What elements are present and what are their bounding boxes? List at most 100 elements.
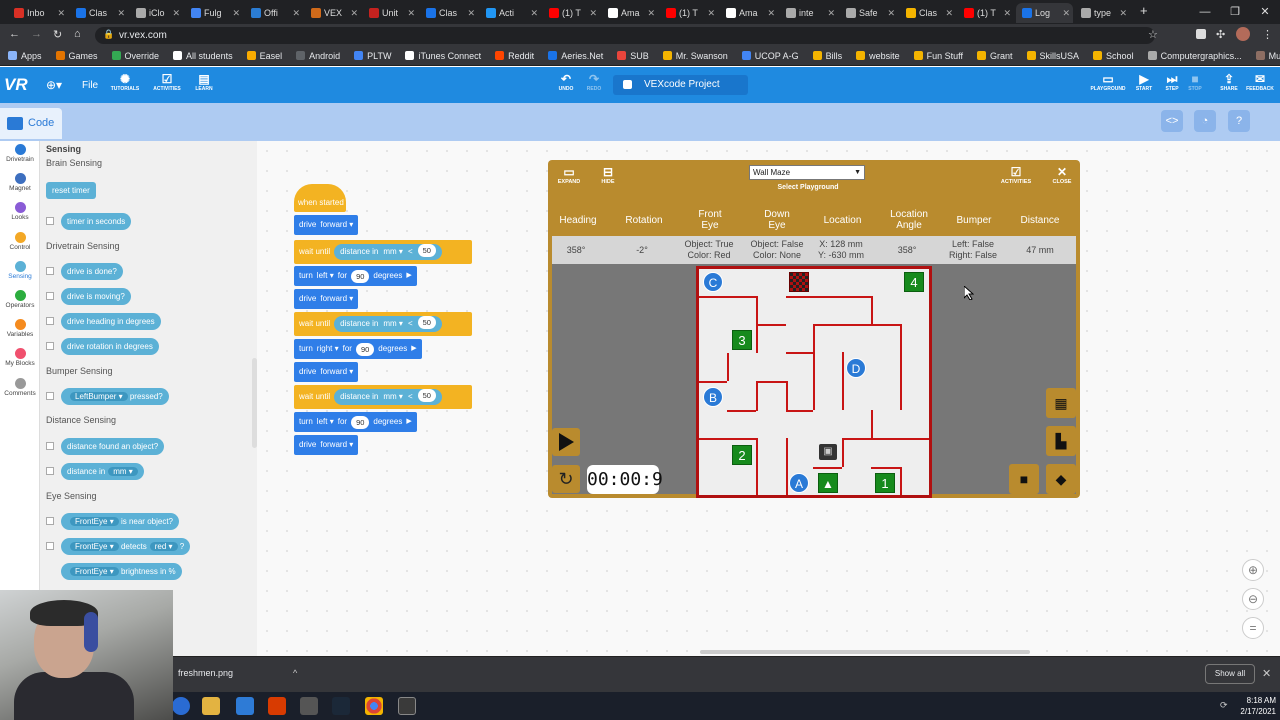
checkbox[interactable] — [46, 342, 54, 350]
browser-tab[interactable]: Unit ✕ — [363, 3, 418, 23]
value-input[interactable]: 50 — [417, 389, 436, 402]
reload-icon[interactable]: ↻ — [53, 28, 62, 41]
checkbox[interactable] — [46, 267, 54, 275]
menu-icon[interactable]: ⋮ — [1262, 28, 1273, 41]
degrees-input[interactable]: 90 — [355, 342, 375, 356]
drive-block[interactable]: drive forward ▾ — [294, 435, 359, 455]
browser-tab[interactable]: Log ✕ — [1016, 3, 1073, 23]
browser-tab[interactable]: Safe ✕ — [840, 3, 898, 23]
category-magnet[interactable]: Magnet — [0, 173, 40, 192]
chevron-up-icon[interactable]: ^ — [293, 668, 297, 678]
grid-toggle-button[interactable]: ▦ — [1046, 388, 1076, 418]
close-window-icon[interactable]: ✕ — [1250, 0, 1280, 24]
category-control[interactable]: Control — [0, 232, 40, 251]
bookmark-item[interactable]: Aeries.Net — [548, 51, 603, 61]
browser-tab[interactable]: Fulg ✕ — [185, 3, 243, 23]
chrome-icon[interactable] — [365, 697, 383, 715]
zoom-in-button[interactable]: ⊕ — [1242, 559, 1264, 581]
feedback-button[interactable]: ✉ FEEDBACK — [1240, 72, 1280, 92]
reset-timer-block[interactable]: reset timer — [46, 182, 96, 199]
browser-tab[interactable]: Offi ✕ — [245, 3, 303, 23]
browser-tab[interactable]: Ama ✕ — [720, 3, 778, 23]
steam-icon[interactable] — [332, 697, 350, 715]
direction-dropdown[interactable]: forward ▾ — [320, 362, 353, 382]
bumper-dropdown[interactable]: LeftBumper ▾ — [70, 392, 128, 401]
browser-tab[interactable]: Clas ✕ — [420, 3, 478, 23]
bookmark-item[interactable]: All students — [173, 51, 233, 61]
distance-reporter[interactable]: distance in mm ▾ <50 — [334, 244, 442, 260]
checkbox[interactable] — [46, 442, 54, 450]
unit-dropdown[interactable]: mm ▾ — [383, 389, 403, 405]
close-tab-icon[interactable]: ✕ — [172, 8, 180, 19]
bookmark-item[interactable]: Bills — [812, 51, 842, 61]
value-input[interactable]: 50 — [417, 316, 436, 329]
bookmark-item[interactable]: Easel — [246, 51, 282, 61]
app-icon[interactable] — [398, 697, 416, 715]
drive-is-moving-block[interactable]: drive is moving? — [61, 288, 131, 305]
close-tab-icon[interactable]: ✕ — [707, 8, 715, 19]
close-tab-icon[interactable]: ✕ — [767, 8, 775, 19]
puzzle-icon[interactable]: ✣ — [1216, 28, 1225, 41]
hide-button[interactable]: ⊟ HIDE — [590, 165, 626, 185]
unit-dropdown[interactable]: mm ▾ — [108, 467, 138, 476]
office-icon[interactable] — [268, 697, 286, 715]
close-tab-icon[interactable]: ✕ — [117, 8, 125, 19]
home-icon[interactable]: ⌂ — [74, 28, 81, 40]
close-tab-icon[interactable]: ✕ — [1062, 8, 1070, 19]
address-bar[interactable]: vr.vex.com — [95, 27, 1155, 44]
close-tab-icon[interactable]: ✕ — [589, 8, 597, 19]
snip-icon[interactable] — [300, 697, 318, 715]
browser-tab[interactable]: Ama ✕ — [602, 3, 658, 23]
checkbox[interactable] — [46, 517, 54, 525]
turn-direction-dropdown[interactable]: left ▾ — [317, 412, 334, 432]
close-tab-icon[interactable]: ✕ — [57, 8, 65, 19]
bookmark-item[interactable]: Override — [111, 51, 159, 61]
wait-until-block[interactable]: wait until distance in mm ▾ <50 — [294, 312, 472, 336]
unit-dropdown[interactable]: mm ▾ — [383, 316, 403, 332]
mail-icon[interactable] — [236, 697, 254, 715]
unit-dropdown[interactable]: mm ▾ — [383, 244, 403, 260]
playground-reset-button[interactable]: ↻ — [552, 465, 580, 493]
browser-tab[interactable]: VEX ✕ — [305, 3, 361, 23]
project-title[interactable]: VEXcode Project — [613, 75, 748, 95]
category-looks[interactable]: Looks — [0, 202, 40, 221]
close-tab-icon[interactable]: ✕ — [887, 8, 895, 19]
turn-block[interactable]: turn left ▾ for 90 degrees ▶ — [294, 412, 417, 432]
browser-tab[interactable]: iClo ✕ — [130, 3, 183, 23]
turn-direction-dropdown[interactable]: right ▾ — [317, 339, 339, 359]
browser-tab[interactable]: inte ✕ — [780, 3, 838, 23]
star-icon[interactable]: ☆ — [1148, 28, 1158, 41]
distance-found-block[interactable]: distance found an object? — [61, 438, 165, 455]
bookmark-item[interactable]: Reddit — [495, 51, 534, 61]
direction-dropdown[interactable]: forward ▾ — [320, 435, 353, 455]
checkbox[interactable] — [46, 392, 54, 400]
category-my-blocks[interactable]: My Blocks — [0, 348, 40, 367]
browser-tab[interactable]: (1) T ✕ — [958, 3, 1014, 23]
playground-play-button[interactable] — [552, 428, 580, 456]
bookmark-item[interactable]: Grant — [977, 51, 1013, 61]
tab-code[interactable]: Code — [0, 108, 62, 139]
turn-direction-dropdown[interactable]: left ▾ — [317, 266, 334, 286]
browser-tab[interactable]: Acti ✕ — [480, 3, 541, 23]
turn-block[interactable]: turn right ▾ for 90 degrees ▶ — [294, 339, 422, 359]
close-tab-icon[interactable]: ✕ — [232, 8, 240, 19]
bookmark-item[interactable]: Mr. Swanson — [662, 51, 728, 61]
eye-dropdown[interactable]: FrontEye ▾ — [70, 567, 119, 576]
bookmark-item[interactable]: iTunes Connect — [405, 51, 481, 61]
learn-button[interactable]: ▤ LEARN — [184, 72, 224, 92]
bookmark-item[interactable]: Computergraphics... — [1147, 51, 1242, 61]
category-drivetrain[interactable]: Drivetrain — [0, 144, 40, 163]
bookmark-item[interactable]: UCOP A-G — [741, 51, 799, 61]
close-tab-icon[interactable]: ✕ — [945, 8, 953, 19]
playground-select[interactable]: Wall Maze ▼ — [749, 165, 865, 180]
checkbox[interactable] — [46, 317, 54, 325]
value-input[interactable]: 50 — [417, 244, 436, 257]
checkbox[interactable] — [46, 542, 54, 550]
timer-in-seconds-block[interactable]: timer in seconds — [61, 213, 132, 230]
robot-view-button[interactable]: ▙ — [1046, 426, 1076, 456]
checkbox[interactable] — [46, 217, 54, 225]
dashboard-button[interactable]: ◔ — [1194, 110, 1216, 132]
bookmark-item[interactable]: Games — [55, 51, 98, 61]
browser-tab[interactable]: Clas ✕ — [70, 3, 128, 23]
eye-brightness-block[interactable]: FrontEye ▾ brightness in % — [61, 563, 182, 580]
